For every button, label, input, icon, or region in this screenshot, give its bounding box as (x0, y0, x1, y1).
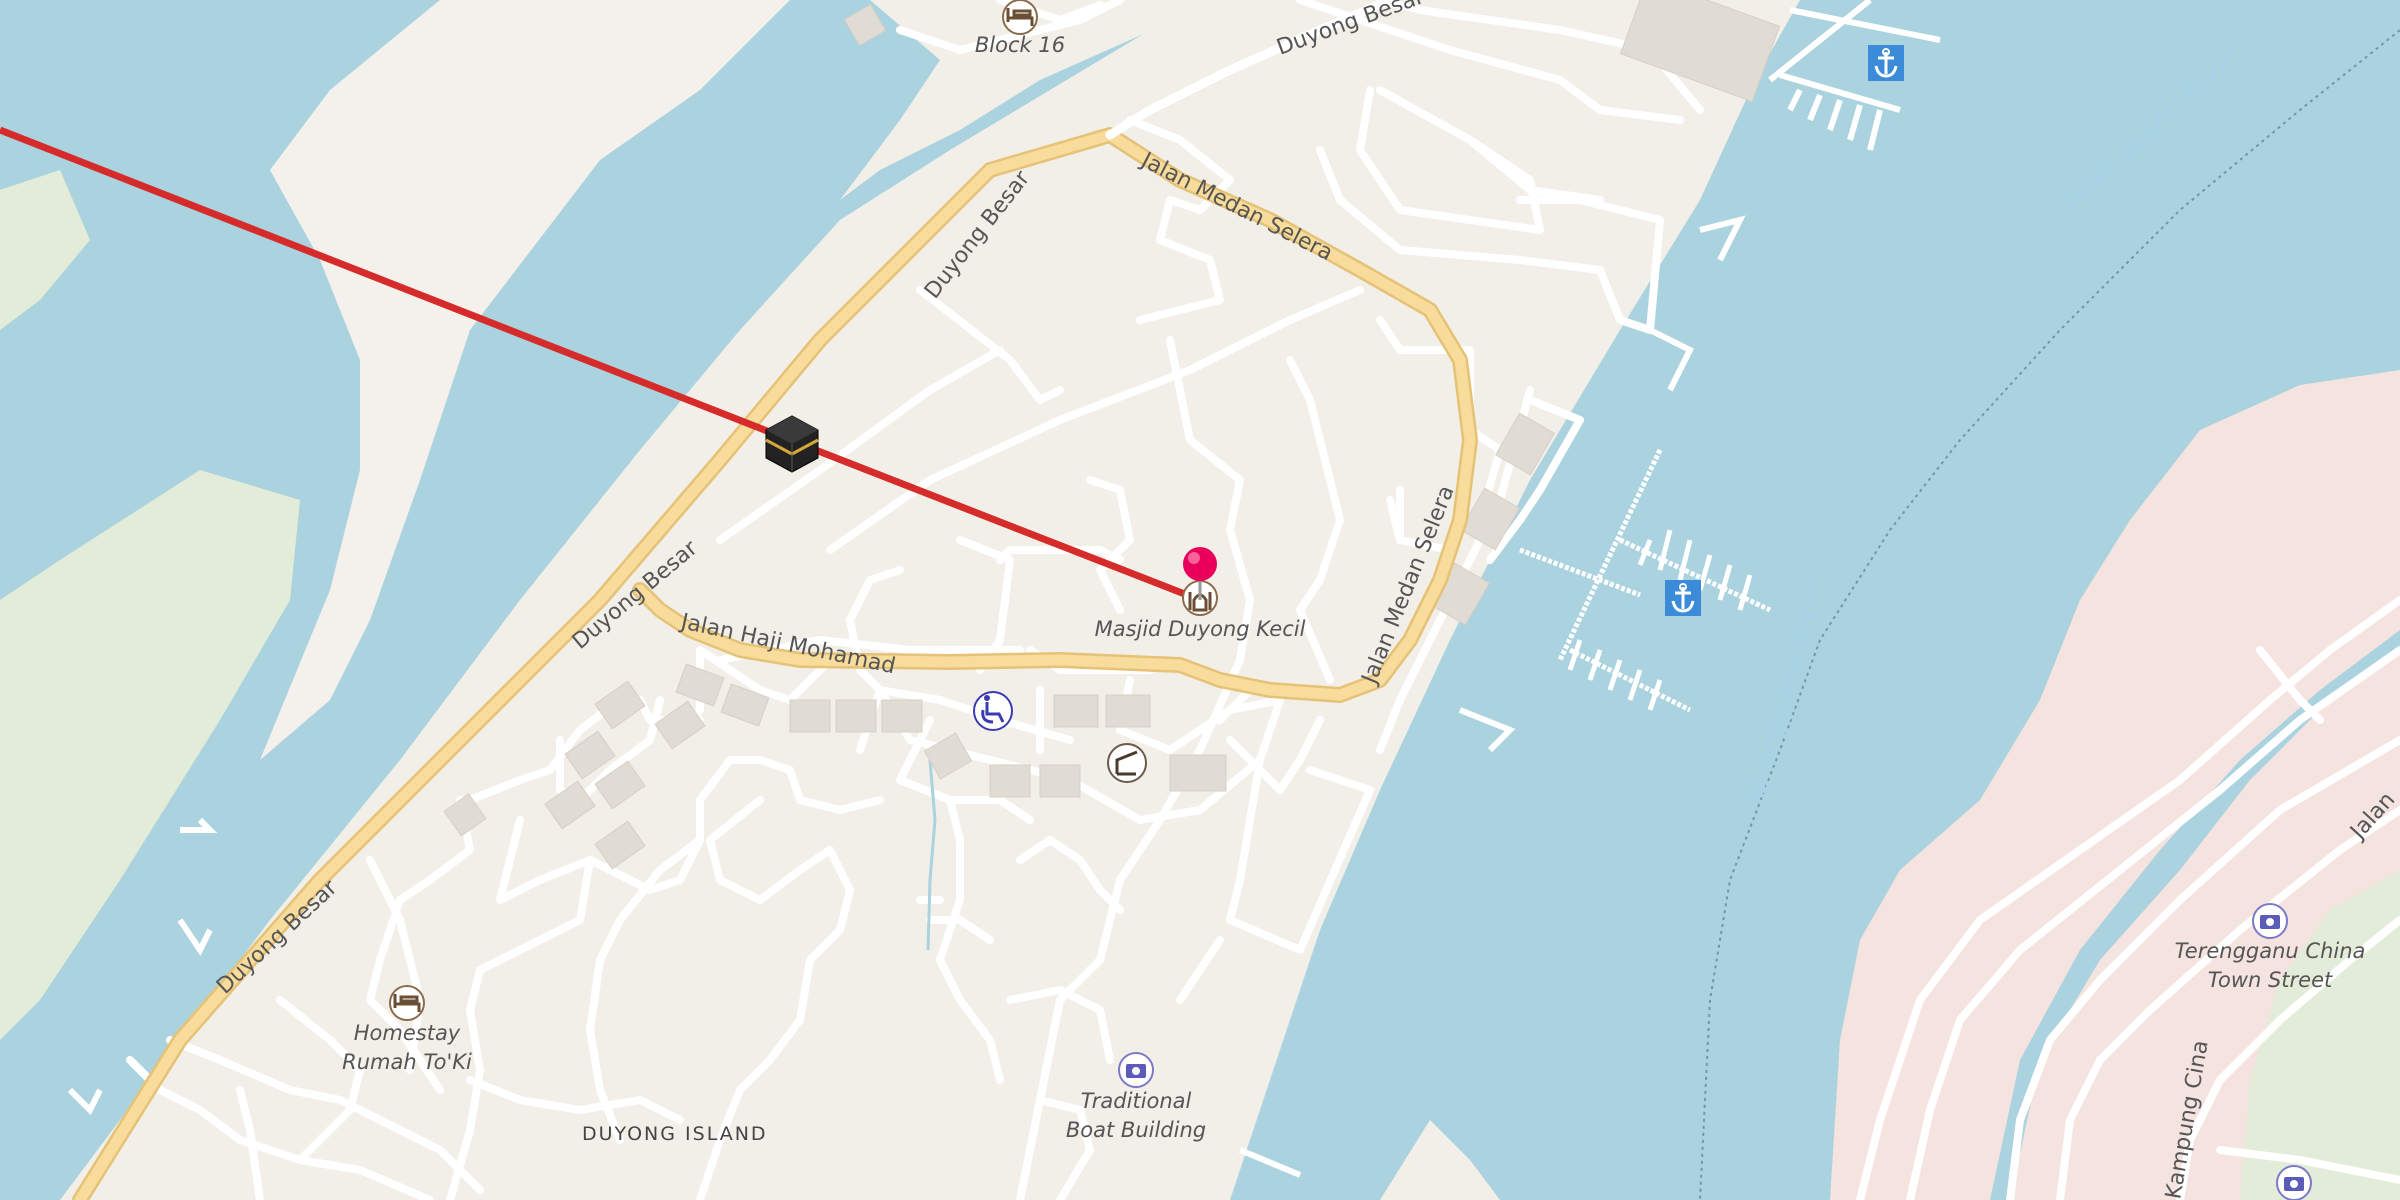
camera-icon-lens (2290, 1180, 2298, 1188)
poi-label-china-town-2: Town Street (2208, 968, 2333, 992)
poi-marina-top[interactable] (1868, 45, 1904, 81)
poi-label-homestay-1: Homestay (354, 1021, 461, 1045)
poi-label-china-town-1: Terengganu China (2175, 939, 2366, 963)
poi-label-boat-2: Boat Building (1066, 1118, 1206, 1142)
poi-accessible[interactable] (973, 691, 1013, 731)
camera-icon-lens (2266, 918, 2274, 926)
wheelchair-icon-head (984, 695, 990, 701)
poi-label-block16: Block 16 (975, 33, 1065, 57)
poi-label-homestay-2: Rumah To'Ki (342, 1050, 472, 1074)
poi-marina-mid[interactable] (1665, 580, 1701, 616)
map-pin-icon (1183, 547, 1217, 581)
wheelchair-icon (973, 691, 1013, 731)
map-pin-icon-highlight (1188, 552, 1200, 564)
poi-label-mosque: Masjid Duyong Kecil (1095, 617, 1306, 641)
camera-icon-lens (1132, 1067, 1140, 1075)
place-label-duyong-island: DUYONG ISLAND (582, 1123, 768, 1145)
shelter-icon (1107, 743, 1147, 783)
poi-label-boat-1: Traditional (1081, 1089, 1192, 1113)
map-canvas[interactable]: Duyong Besar Duyong Besar Duyong Besar D… (0, 0, 2400, 1200)
poi-camera-bottom[interactable] (2276, 1165, 2312, 1200)
poi-shelter[interactable] (1107, 743, 1147, 783)
